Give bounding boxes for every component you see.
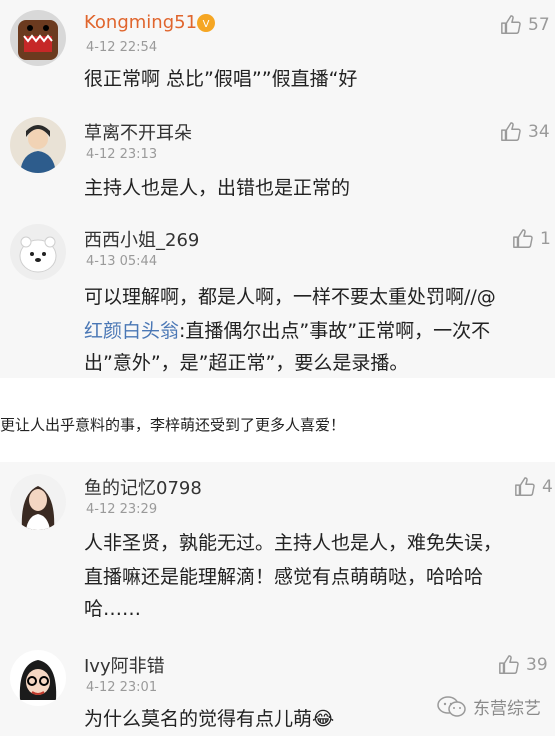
username[interactable]: Kongming51 <box>84 12 197 33</box>
comment-time: 4-12 23:29 <box>86 502 158 517</box>
username[interactable]: 草离不开耳朵 <box>84 119 192 145</box>
thumbs-up-icon <box>513 229 533 248</box>
comment-time: 4-13 05:44 <box>86 254 158 269</box>
avatar[interactable] <box>10 10 66 66</box>
thumbs-up-icon <box>515 477 535 496</box>
like-count: 4 <box>542 477 553 497</box>
comment-time: 4-12 23:13 <box>86 147 158 162</box>
avatar[interactable] <box>10 474 66 530</box>
caption-text: 更让人出乎意料的事，李梓萌还受到了更多人喜爱！ <box>0 416 346 434</box>
avatar[interactable] <box>10 117 66 173</box>
thumbs-up-icon <box>501 15 521 34</box>
mention-link[interactable]: 红颜白头翁 <box>84 320 179 342</box>
comment-card: 西西小姐_269 4-13 05:44 1 可以理解啊，都是人啊，一样不要太重处… <box>0 210 555 379</box>
like-button[interactable]: 34 <box>500 121 550 143</box>
like-button[interactable]: 4 <box>514 476 553 498</box>
comment-text-line: 人非圣贤，孰能无过。主持人也是人，难免失误， <box>84 532 503 554</box>
comment-time: 4-12 23:01 <box>86 680 158 695</box>
comment-card: 鱼的记忆0798 4-12 23:29 4 人非圣贤，孰能无过。主持人也是人，难… <box>0 462 555 629</box>
watermark: 东营综艺 <box>437 694 541 719</box>
comment-text: 很正常啊 总比”假唱””假直播“好 <box>84 68 358 90</box>
thumbs-up-icon <box>501 122 521 141</box>
like-count: 39 <box>526 655 548 675</box>
comment-text-line: 红颜白头翁:直播偶尔出点”事故”正常啊，一次不 <box>84 314 490 348</box>
thumbs-up-icon <box>499 655 519 674</box>
like-button[interactable]: 39 <box>498 654 548 676</box>
comment-text-line: 哈…… <box>84 598 142 620</box>
like-button[interactable]: 57 <box>500 14 550 36</box>
like-count: 1 <box>540 229 551 249</box>
comment-card: Kongming51 V 4-12 22:54 57 很正常啊 总比”假唱””假… <box>0 0 555 106</box>
vip-badge-icon: V <box>197 14 215 32</box>
like-count: 34 <box>528 122 550 142</box>
like-count: 57 <box>528 15 550 35</box>
comment-text-line: 直播嘛还是能理解滴！感觉有点萌萌哒，哈哈哈 <box>84 566 484 588</box>
avatar[interactable] <box>10 650 66 706</box>
comment-card: 草离不开耳朵 4-12 23:13 34 主持人也是人，出错也是正常的 <box>0 105 555 211</box>
username[interactable]: Ivy阿非错 <box>84 652 165 678</box>
username[interactable]: 鱼的记忆0798 <box>84 474 202 500</box>
comment-text-line: 出”意外”，是”超正常”，要么是录播。 <box>84 352 409 374</box>
comment-time: 4-12 22:54 <box>86 40 158 55</box>
comment-text-fragment: :直播偶尔出点”事故”正常啊，一次不 <box>179 320 491 342</box>
comment-text: 主持人也是人，出错也是正常的 <box>84 177 351 199</box>
comment-text: 为什么莫名的觉得有点儿萌😂 <box>84 708 335 730</box>
comment-text-line: 可以理解啊，都是人啊，一样不要太重处罚啊//@ <box>84 286 496 308</box>
avatar[interactable] <box>10 224 66 280</box>
watermark-text: 东营综艺 <box>473 699 541 719</box>
svg-text:V: V <box>203 19 210 30</box>
article-caption: 更让人出乎意料的事，李梓萌还受到了更多人喜爱！ <box>0 378 555 463</box>
like-button[interactable]: 1 <box>512 228 551 250</box>
username[interactable]: 西西小姐_269 <box>84 226 199 252</box>
wechat-logo-icon <box>437 695 466 717</box>
